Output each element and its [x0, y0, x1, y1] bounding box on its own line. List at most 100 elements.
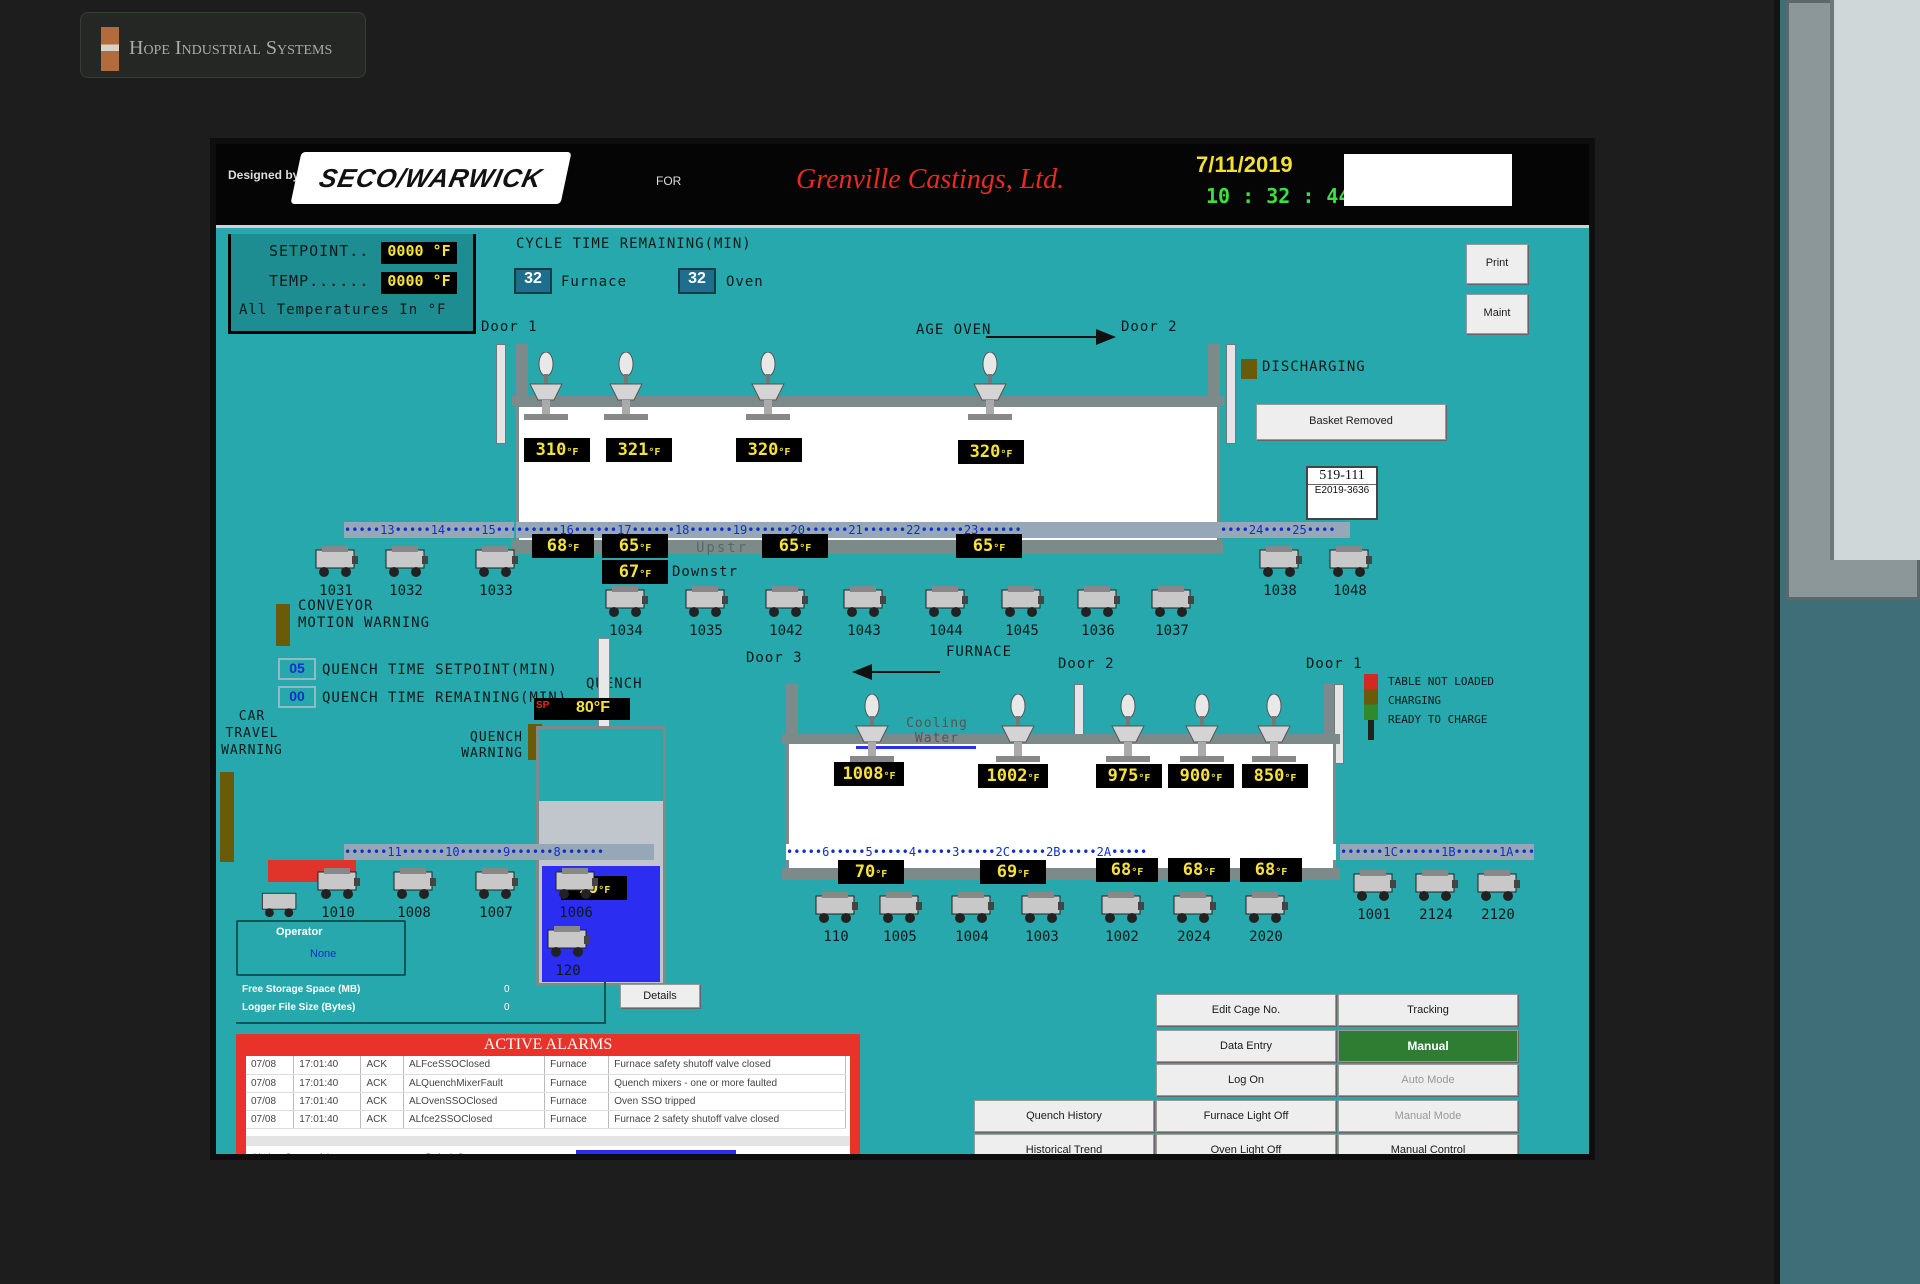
cart-1033[interactable]: 1033 — [466, 544, 526, 600]
cart-label: 1003 — [1025, 929, 1059, 945]
furnace-door1-label: Door 1 — [1306, 656, 1363, 672]
furnace-cycle-value: 32 — [514, 268, 552, 294]
cart-1008[interactable]: 1008 — [384, 866, 444, 922]
cart-icon — [1001, 586, 1044, 617]
alarm-cell: 17:01:40 — [293, 1074, 362, 1093]
brand-label: Hope Industrial Systems — [129, 37, 333, 59]
furnace-arrow-shaft — [870, 671, 940, 673]
cart-1006[interactable]: 1006 — [546, 866, 606, 922]
alarm-row[interactable]: 07/08 17:01:40 ACK ALQuenchMixerFault Furnac… — [246, 1074, 846, 1093]
cart-label: 1043 — [847, 623, 881, 639]
oven-fan-1-icon — [524, 351, 568, 424]
setpoint-unit: °F — [432, 242, 451, 260]
quench-time-setpoint-label: QUENCH TIME SETPOINT(MIN) — [322, 662, 558, 678]
furnace-fan-3-icon — [1106, 693, 1150, 766]
cart-1043[interactable]: 1043 — [834, 584, 894, 640]
cart-1005[interactable]: 1005 — [870, 890, 930, 946]
manual-control-button[interactable]: Manual Control — [1338, 1134, 1518, 1154]
cart-1032[interactable]: 1032 — [376, 544, 436, 600]
basket-removed-button[interactable]: Basket Removed — [1256, 404, 1446, 440]
cart-label: 1005 — [883, 929, 917, 945]
cart-1034[interactable]: 1034 — [596, 584, 656, 640]
details-button[interactable]: Details — [620, 984, 700, 1008]
cart-label: 120 — [555, 963, 581, 979]
alarm-row[interactable]: 07/08 17:01:40 ACK ALOvenSSOClosed Furnace Ov… — [246, 1092, 846, 1111]
cart-icon — [555, 868, 598, 899]
furnace-fan-1-icon — [850, 693, 894, 766]
oven-top-temp-1: 310°F — [524, 438, 590, 462]
furnace-light-off-button[interactable]: Furnace Light Off — [1156, 1100, 1336, 1132]
maint-button[interactable]: Maint — [1466, 294, 1528, 334]
cart-1042[interactable]: 1042 — [756, 584, 816, 640]
cart-label: 1010 — [321, 905, 355, 921]
cart-2124[interactable]: 2124 — [1406, 868, 1466, 924]
cart-icon — [843, 586, 886, 617]
furnace-top-temp-1: 1008°F — [834, 762, 904, 786]
legend-ready-to-charge: READY TO CHARGE — [1388, 713, 1488, 726]
cart-1044[interactable]: 1044 — [916, 584, 976, 640]
cart-1035[interactable]: 1035 — [676, 584, 736, 640]
alarm-cell: Quench mixers - one or more faulted — [608, 1074, 846, 1093]
legend-charging: CHARGING — [1388, 694, 1441, 707]
furnace-rail-positions: •••••6•••••5•••••4•••••3•••••2C•••••2B••… — [786, 845, 1148, 859]
alarm-row[interactable]: 07/08 17:01:40 ACK ALFceSSOClosed Furnace Fur… — [246, 1056, 846, 1075]
cart-1037[interactable]: 1037 — [1142, 584, 1202, 640]
furnace-top-temp-3: 975°F — [1096, 764, 1162, 788]
cart-label: 1044 — [929, 623, 963, 639]
cart-1003[interactable]: 1003 — [1012, 890, 1072, 946]
cart-label: 1033 — [479, 583, 513, 599]
discharging-indicator — [1241, 359, 1257, 379]
furnace-bottom-temp-1: 70°F — [838, 860, 904, 884]
alarm-row[interactable]: 07/08 17:01:40 ACK ALfce2SSOClosed Furnace Fu… — [246, 1110, 846, 1129]
cart-1038[interactable]: 1038 — [1250, 544, 1310, 600]
basket-tag: 519-111 E2019-3636 — [1306, 466, 1378, 520]
log-on-button[interactable]: Log On — [1156, 1064, 1336, 1096]
oven-bottom-temp-4-value: 65 — [972, 536, 994, 556]
cart-1036[interactable]: 1036 — [1068, 584, 1128, 640]
cart-icon — [1077, 586, 1120, 617]
cart-2024[interactable]: 2024 — [1164, 890, 1224, 946]
oven-bottom-temp-3-value: 65 — [778, 536, 800, 556]
manual-button[interactable]: Manual — [1338, 1030, 1518, 1062]
oven-light-off-button[interactable]: Oven Light Off — [1156, 1134, 1336, 1154]
alarm-cell: ALFceSSOClosed — [403, 1056, 546, 1075]
quench-time-setpoint-value[interactable]: 05 — [278, 658, 316, 680]
cart-1002[interactable]: 1002 — [1092, 890, 1152, 946]
auto-mode-button[interactable]: Auto Mode — [1338, 1064, 1518, 1096]
cart-1010[interactable]: 1010 — [308, 866, 368, 922]
oven-cycle-value: 32 — [678, 268, 716, 294]
data-entry-button[interactable]: Data Entry — [1156, 1030, 1336, 1062]
oven-top-temp-4-value: 320 — [969, 442, 1001, 462]
tracking-button[interactable]: Tracking — [1338, 994, 1518, 1026]
historical-trend-button[interactable]: Historical Trend — [974, 1134, 1154, 1154]
alarm-cell: 07/08 — [246, 1056, 295, 1075]
storage-panel: Free Storage Space (MB) 0 Logger File Si… — [236, 982, 606, 1024]
age-oven-door1-label: Door 1 — [481, 319, 538, 335]
print-button[interactable]: Print — [1466, 244, 1528, 284]
manual-mode-button[interactable]: Manual Mode — [1338, 1100, 1518, 1132]
cart-1004[interactable]: 1004 — [942, 890, 1002, 946]
cart-1031[interactable]: 1031 — [306, 544, 366, 600]
alarms-scrollbar[interactable] — [246, 1136, 850, 1146]
furnace-bottom-temp-4-unit: °F — [1203, 867, 1216, 878]
operator-label: Operator — [276, 926, 323, 938]
cart-1007[interactable]: 1007 — [466, 866, 526, 922]
cart-110[interactable]: 110 — [806, 890, 866, 946]
quench-history-button[interactable]: Quench History — [974, 1100, 1154, 1132]
cart-2020[interactable]: 2020 — [1236, 890, 1296, 946]
cart-icon — [385, 546, 428, 577]
edit-cage-no-button[interactable]: Edit Cage No. — [1156, 994, 1336, 1026]
cart-1001[interactable]: 1001 — [1344, 868, 1404, 924]
oven-cycle-label: Oven — [726, 274, 764, 290]
cart-1045[interactable]: 1045 — [992, 584, 1052, 640]
alarms-list[interactable]: 07/08 17:01:40 ACK ALFceSSOClosed Furnace Fur… — [246, 1056, 850, 1154]
temp-label: TEMP...... — [269, 272, 370, 290]
oven-bottom-temp-2-unit: °F — [639, 543, 652, 554]
furnace-top-temp-2: 1002°F — [978, 764, 1048, 788]
right-arrow-icon — [1096, 329, 1116, 345]
cart-1048[interactable]: 1048 — [1320, 544, 1380, 600]
cart-120[interactable]: 120 — [538, 924, 598, 980]
furnace-fan-4-icon — [1180, 693, 1224, 766]
cart-2120[interactable]: 2120 — [1468, 868, 1528, 924]
quench-sp-display: SP 80°F — [534, 698, 630, 720]
